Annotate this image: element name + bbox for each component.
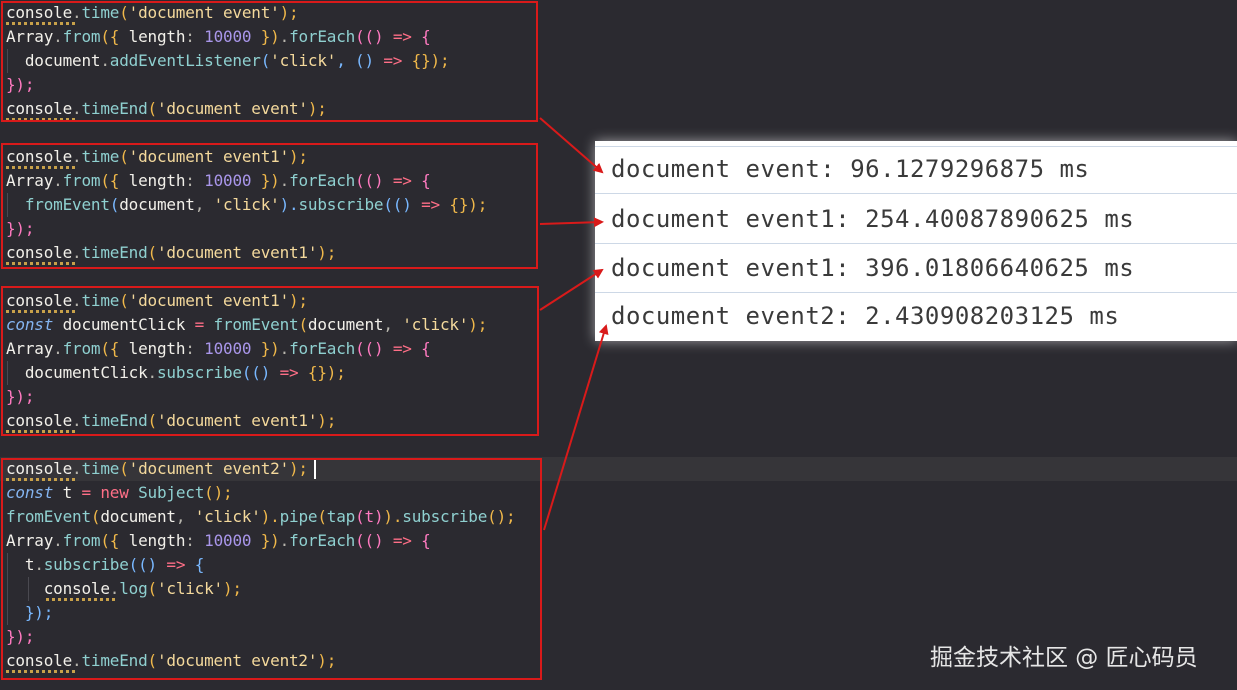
arrow-block2-to-output — [539, 217, 604, 228]
watermark: 掘金技术社区 @ 匠心码员 — [930, 645, 1198, 671]
arrow-block3-to-output — [539, 268, 604, 311]
arrow-block1-to-output — [539, 117, 604, 174]
arrow-block4-to-output — [543, 324, 609, 531]
connector-arrows — [539, 117, 609, 531]
